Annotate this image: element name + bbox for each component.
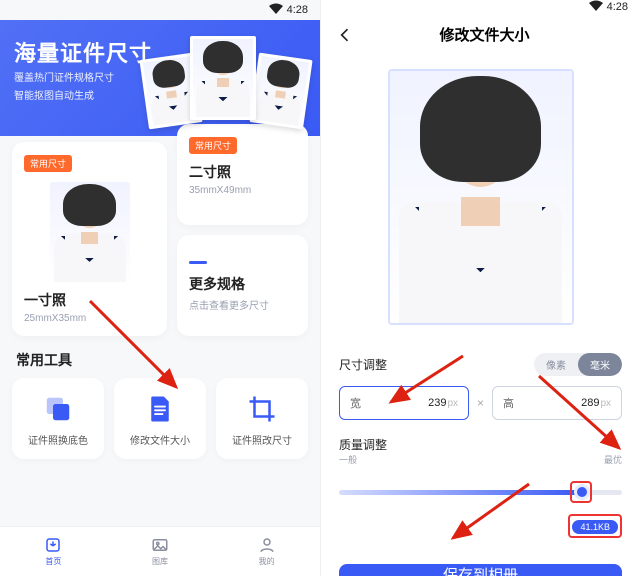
hero-photo-center — [190, 36, 256, 120]
card-sub: 点击查看更多尺寸 — [189, 297, 296, 312]
quality-section: 质量调整 一般 最优 41.1KB — [339, 436, 622, 538]
wifi-icon — [589, 0, 603, 14]
badge-common: 常用尺寸 — [24, 155, 72, 172]
unit-toggle[interactable]: 像素 毫米 — [534, 353, 622, 376]
quality-max: 最优 — [604, 453, 622, 466]
multiply-icon: × — [477, 396, 484, 410]
height-input[interactable]: 高 289px — [492, 386, 622, 420]
hero-banner: 海量证件尺寸 覆盖热门证件规格尺寸 智能抠图自动生成 — [0, 20, 320, 136]
unit: px — [447, 398, 458, 409]
card-one-inch[interactable]: 常用尺寸 一寸照 25mmX35mm — [12, 142, 167, 336]
tool-label: 证件照改尺寸 — [220, 432, 304, 447]
editor-title: 修改文件大小 — [343, 24, 626, 45]
quality-min: 一般 — [339, 453, 357, 466]
tool-change-bg[interactable]: 证件照换底色 — [12, 378, 104, 459]
preview-area — [321, 55, 640, 345]
tools-row: 证件照换底色 修改文件大小 证件照改尺寸 — [0, 378, 320, 459]
highlight-frame: 41.1KB — [568, 514, 622, 538]
preview-photo — [388, 69, 574, 325]
home-icon — [44, 536, 62, 554]
status-time: 4:28 — [607, 1, 628, 13]
card-more-sizes[interactable]: 更多规格 点击查看更多尺寸 — [177, 235, 308, 336]
file-size-badge: 41.1KB — [572, 520, 618, 534]
layers-icon — [43, 394, 73, 424]
height-value: 289 — [581, 397, 599, 409]
document-icon — [145, 394, 175, 424]
tools-header: 常用工具 — [0, 336, 320, 378]
size-label: 尺寸调整 — [339, 356, 387, 373]
height-label: 高 — [503, 395, 514, 411]
status-bar: 4:28 — [321, 0, 640, 14]
card-two-inch[interactable]: 常用尺寸 二寸照 35mmX49mm — [177, 124, 308, 225]
unit-mm[interactable]: 毫米 — [578, 353, 622, 376]
quality-slider[interactable] — [339, 478, 622, 506]
dimension-row: 宽 239px × 高 289px — [339, 386, 622, 420]
nav-label: 我的 — [259, 556, 275, 567]
badge-common: 常用尺寸 — [189, 137, 237, 154]
bottom-nav: 首页 图库 我的 — [0, 526, 320, 576]
status-time: 4:28 — [287, 4, 308, 16]
tool-change-filesize[interactable]: 修改文件大小 — [114, 378, 206, 459]
tool-change-dimensions[interactable]: 证件照改尺寸 — [216, 378, 308, 459]
card-sub: 25mmX35mm — [24, 313, 155, 324]
hero-photos — [138, 32, 308, 127]
nav-profile[interactable]: 我的 — [213, 527, 320, 576]
save-button-label: 保存到相册 — [443, 564, 518, 576]
nav-gallery[interactable]: 图库 — [107, 527, 214, 576]
accent-bar-icon — [189, 261, 207, 264]
card-photo-thumb — [50, 182, 130, 282]
profile-icon — [258, 536, 276, 554]
size-cards-row: 常用尺寸 一寸照 25mmX35mm 常用尺寸 二寸照 35mmX49mm 更多… — [0, 124, 320, 336]
nav-label: 首页 — [45, 556, 61, 567]
unit: px — [600, 398, 611, 409]
save-button[interactable]: 保存到相册 — [339, 564, 622, 576]
nav-label: 图库 — [152, 556, 168, 567]
width-value: 239 — [428, 397, 446, 409]
unit-pixel[interactable]: 像素 — [534, 353, 578, 376]
hero-photo-right — [249, 53, 312, 130]
editor-header: 修改文件大小 — [321, 14, 640, 55]
controls: 尺寸调整 像素 毫米 宽 239px × 高 289px 质量调整 一般 最优 — [321, 345, 640, 546]
quality-label: 质量调整 — [339, 436, 622, 453]
card-title: 更多规格 — [189, 274, 296, 294]
width-label: 宽 — [350, 395, 361, 411]
card-title: 一寸照 — [24, 290, 155, 310]
home-screen: 4:28 海量证件尺寸 覆盖热门证件规格尺寸 智能抠图自动生成 常用尺寸 一寸照… — [0, 0, 320, 576]
width-input[interactable]: 宽 239px — [339, 386, 469, 420]
card-title: 二寸照 — [189, 162, 296, 182]
gallery-icon — [151, 536, 169, 554]
highlight-frame — [570, 481, 592, 503]
editor-screen: 4:28 修改文件大小 尺寸调整 像素 毫米 宽 239px × 高 289px — [320, 0, 640, 576]
crop-icon — [247, 394, 277, 424]
status-bar: 4:28 — [0, 0, 320, 20]
nav-home[interactable]: 首页 — [0, 527, 107, 576]
tool-label: 修改文件大小 — [118, 432, 202, 447]
card-sub: 35mmX49mm — [189, 185, 296, 196]
wifi-icon — [269, 3, 283, 17]
tool-label: 证件照换底色 — [16, 432, 100, 447]
